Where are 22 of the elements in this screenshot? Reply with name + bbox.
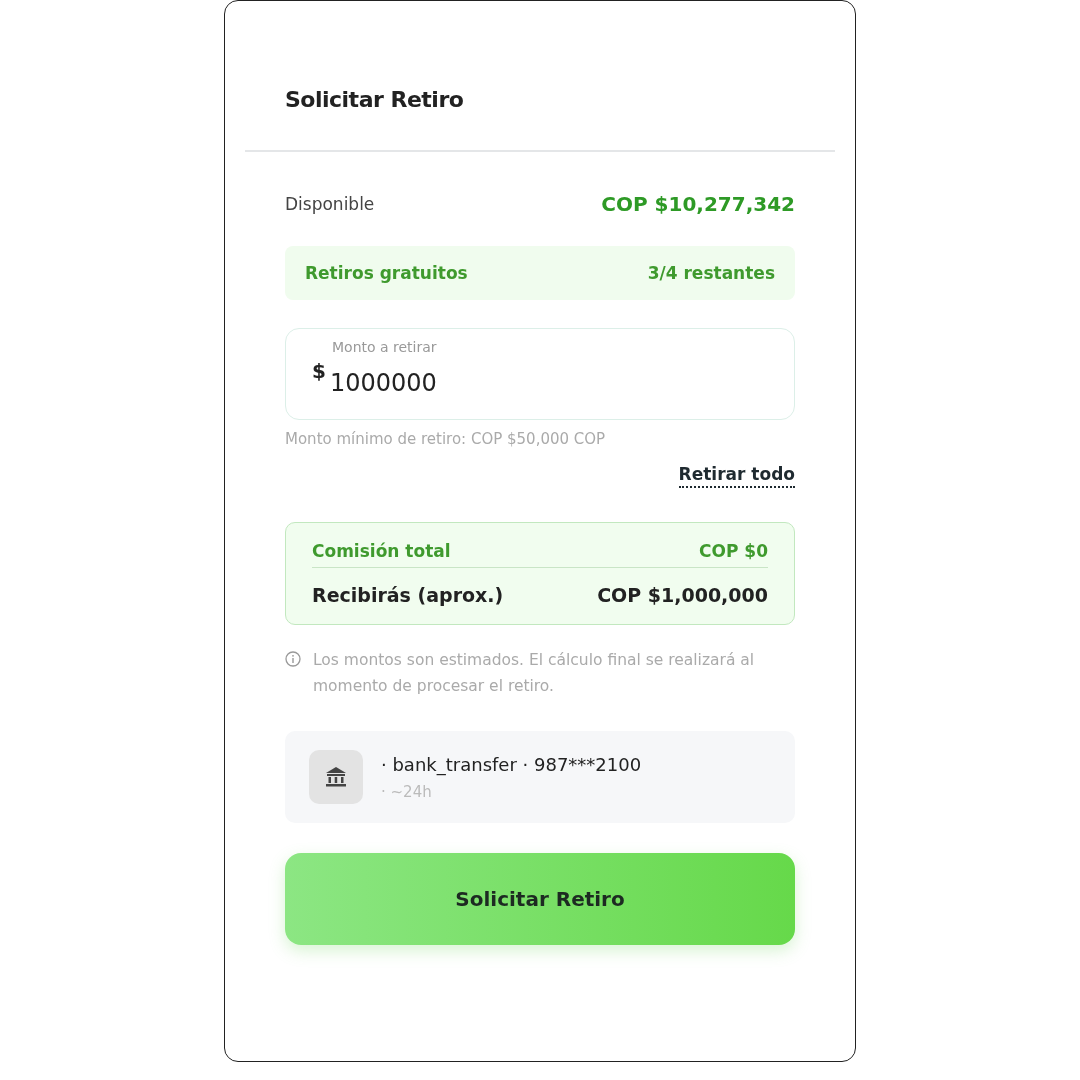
available-amount: COP $10,277,342 bbox=[601, 192, 795, 216]
summary-label: Recibirás (aprox.) bbox=[312, 584, 504, 606]
field-label: Monto a retirar bbox=[332, 339, 438, 355]
method-eta: · ~24h bbox=[381, 782, 433, 801]
info-icon bbox=[285, 651, 301, 667]
summary-value: COP $1,000,000 bbox=[597, 584, 768, 606]
payment-method-card[interactable]: · bank_transfer · 987***2100 · ~24h bbox=[285, 731, 795, 823]
available-label: Disponible bbox=[285, 194, 375, 214]
bank-icon bbox=[309, 750, 363, 804]
dialog-title: Solicitar Retiro bbox=[285, 87, 464, 112]
summary-value: COP $0 bbox=[699, 541, 768, 561]
summary-label: Comisión total bbox=[312, 541, 451, 561]
free-withdrawals-label: Retiros gratuitos bbox=[305, 263, 468, 283]
method-title: · bank_transfer · 987***2100 bbox=[381, 753, 642, 775]
info-note: Los montos son estimados. El cálculo final se realizará al momento de procesar el retiro. bbox=[313, 650, 756, 697]
submit-button[interactable]: Solicitar Retiro bbox=[285, 853, 795, 945]
minimum-note: Monto mínimo de retiro: COP $50,000 COP bbox=[285, 430, 607, 448]
amount-field[interactable]: Monto a retirar $ 1000000 bbox=[285, 328, 795, 420]
free-withdrawals-count: 3/4 restantes bbox=[647, 263, 775, 283]
withdraw-all-link[interactable]: Retirar todo bbox=[678, 464, 795, 488]
amount-value: 1000000 bbox=[329, 369, 437, 397]
currency-symbol: $ bbox=[312, 359, 326, 383]
